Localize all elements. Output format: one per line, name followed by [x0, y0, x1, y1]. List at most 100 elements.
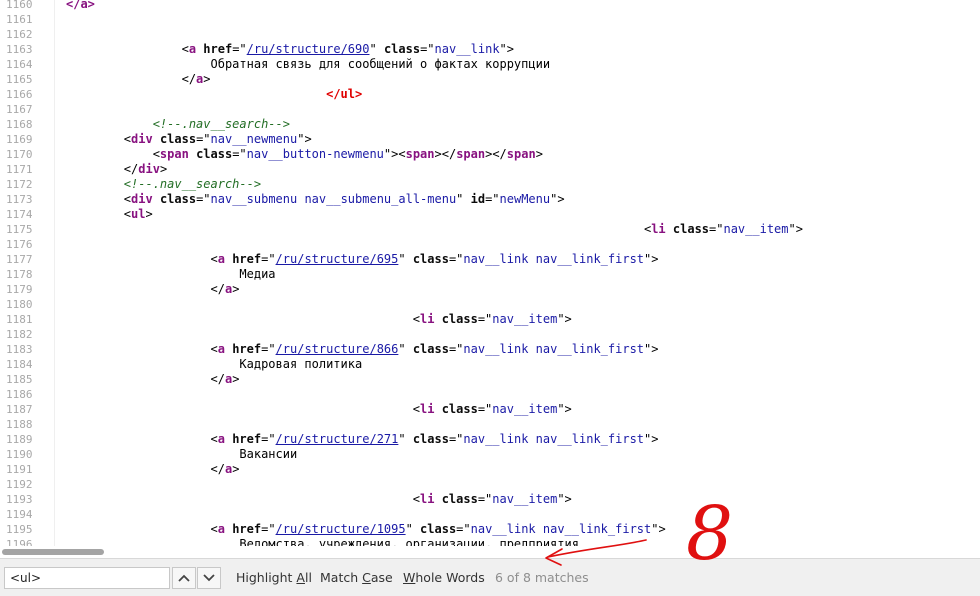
code-token: <	[66, 342, 218, 356]
line-number: 1178	[6, 268, 33, 281]
code-token: a	[217, 432, 225, 446]
code-token: span	[456, 147, 486, 161]
code-token: ="	[232, 42, 247, 56]
code-token: span	[405, 147, 435, 161]
code-token: "	[398, 432, 413, 446]
line-text: <ul>	[66, 207, 153, 222]
line-number: 1169	[6, 133, 33, 146]
line-text: Кадровая политика	[66, 357, 362, 372]
line-number: 1193	[6, 493, 33, 506]
code-line: 1180	[0, 297, 980, 312]
line-text: </a>	[66, 462, 239, 477]
line-number: 1176	[6, 238, 33, 251]
code-token: </a>	[66, 0, 95, 11]
code-token: nav__button-newmenu	[246, 147, 384, 161]
code-token: "	[456, 192, 471, 206]
code-token: ="	[196, 192, 211, 206]
line-text: </div>	[66, 162, 167, 177]
code-line: 1194	[0, 507, 980, 522]
line-text: </a>	[66, 372, 239, 387]
scrollbar-thumb[interactable]	[2, 549, 104, 555]
code-token: ></	[485, 147, 507, 161]
code-link[interactable]: /ru/structure/1095	[276, 522, 406, 536]
source-code-view[interactable]: 1160 </a> 1161 1162 1163 <a href="/ru/struct…	[0, 0, 980, 546]
code-token: class	[412, 252, 449, 266]
line-text: <li class="nav__item">	[66, 402, 572, 417]
code-link[interactable]: /ru/structure/690	[247, 42, 370, 56]
code-link[interactable]: /ru/structure/866	[276, 342, 399, 356]
code-token: </	[66, 372, 225, 386]
line-text: <!--.nav__search-->	[66, 117, 290, 132]
highlight-all-toggle[interactable]: Highlight All	[236, 570, 312, 586]
code-token: Кадровая политика	[66, 357, 363, 371]
code-line: 1190 Вакансии	[0, 447, 980, 462]
code-token: nav__link nav__link_first	[470, 522, 652, 536]
code-line: 1163 <a href="/ru/structure/690" class="…	[0, 42, 980, 57]
code-link[interactable]: /ru/structure/271	[276, 432, 399, 446]
code-token: <	[66, 522, 218, 536]
code-token: ="	[196, 132, 211, 146]
code-token: Обратная связь для сообщений о фактах ко…	[66, 57, 551, 71]
find-input[interactable]	[4, 567, 170, 589]
line-text: <a href="/ru/structure/690" class="nav__…	[66, 42, 514, 57]
chevron-down-icon	[203, 574, 215, 582]
match-case-toggle[interactable]: Match Case	[320, 570, 393, 586]
line-text: </a>	[66, 0, 95, 12]
code-line: 1169 <div class="nav__newmenu">	[0, 132, 980, 147]
line-number: 1165	[6, 73, 33, 86]
line-number: 1167	[6, 103, 33, 116]
code-line: 1164 Обратная связь для сообщений о факт…	[0, 57, 980, 72]
line-number: 1179	[6, 283, 33, 296]
code-token: div	[138, 162, 160, 176]
code-token: ="	[485, 192, 500, 206]
code-token: <	[66, 402, 421, 416]
code-token: <	[66, 192, 132, 206]
code-token: <	[66, 312, 421, 326]
line-number: 1185	[6, 373, 33, 386]
code-token: ">	[557, 492, 572, 506]
code-line: 1195 <a href="/ru/structure/1095" class=…	[0, 522, 980, 537]
code-token: Ведомства, учреждения, организации, пред…	[66, 537, 579, 546]
code-link[interactable]: /ru/structure/695	[276, 252, 399, 266]
code-token: >	[159, 162, 168, 176]
line-number: 1186	[6, 388, 33, 401]
line-text: <div class="nav__newmenu">	[66, 132, 312, 147]
line-text: </a>	[66, 282, 239, 297]
horizontal-scrollbar[interactable]	[0, 546, 980, 558]
line-text: Ведомства, учреждения, организации, пред…	[66, 537, 579, 546]
code-token: href	[203, 42, 233, 56]
code-token: li	[420, 402, 435, 416]
code-token: a	[217, 252, 225, 266]
line-number: 1183	[6, 343, 33, 356]
line-number: 1189	[6, 433, 33, 446]
code-token: ="	[261, 342, 276, 356]
code-token: ">	[557, 402, 572, 416]
code-token: <	[66, 492, 421, 506]
line-text: <div class="nav__submenu nav__submenu_al…	[66, 192, 565, 207]
code-token: <	[66, 42, 189, 56]
code-token: "	[398, 342, 413, 356]
code-line: 1179 </a>	[0, 282, 980, 297]
code-token: <	[66, 132, 132, 146]
find-previous-button[interactable]	[172, 567, 196, 589]
code-token: nav__item	[492, 492, 558, 506]
code-line: 1186	[0, 387, 980, 402]
line-number: 1172	[6, 178, 33, 191]
line-number: 1160	[6, 0, 33, 11]
code-token: span	[506, 147, 536, 161]
code-token: newMenu	[499, 192, 551, 206]
code-line: 1162	[0, 27, 980, 42]
code-token: span	[159, 147, 189, 161]
code-token: ="	[477, 312, 493, 326]
code-token: a	[188, 42, 197, 56]
whole-words-toggle[interactable]: Whole Words	[403, 570, 485, 586]
find-next-button[interactable]	[197, 567, 221, 589]
match-count-status: 6 of 8 matches	[495, 570, 589, 585]
code-token: "	[398, 252, 413, 266]
code-token: class	[159, 192, 197, 206]
line-number: 1187	[6, 403, 33, 416]
code-token: div	[131, 192, 153, 206]
code-token: "><	[383, 147, 406, 161]
